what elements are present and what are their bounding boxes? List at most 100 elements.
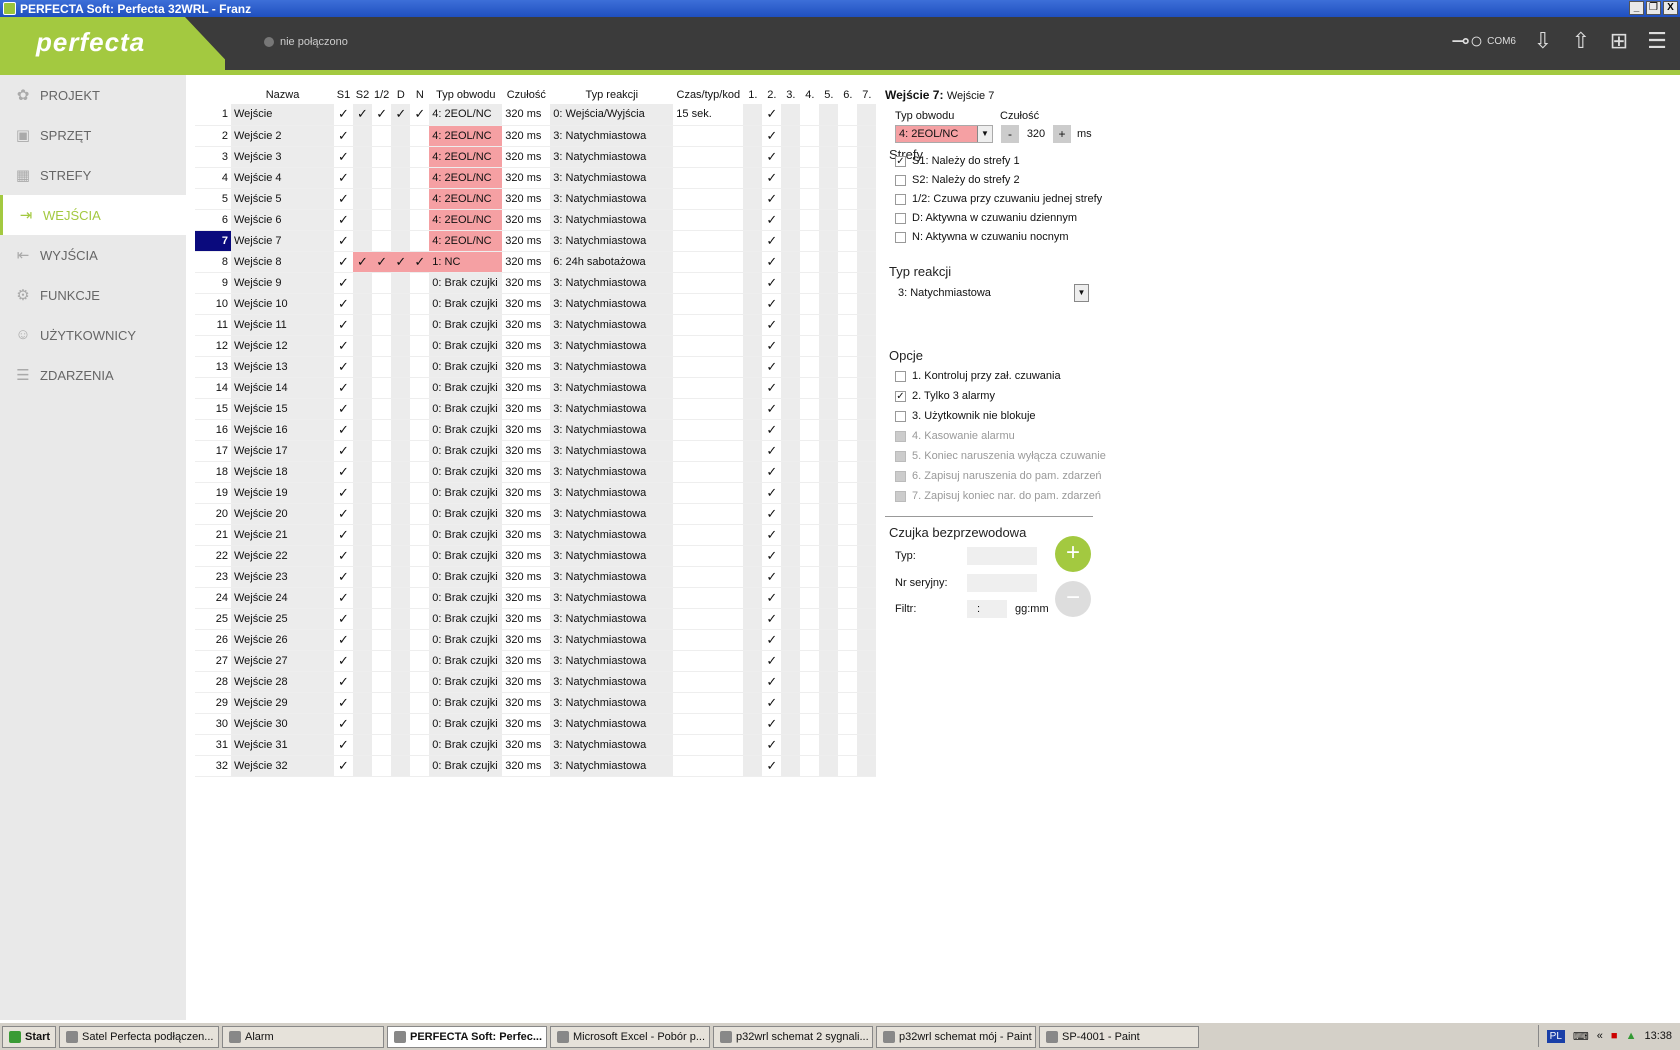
circuit-type-cell[interactable]: 0: Brak czujki [429,440,503,462]
circuit-type-cell[interactable]: 4: 2EOL/NC [429,230,503,252]
zone-check-cell[interactable] [410,566,430,588]
add-wireless-button[interactable]: + [1055,536,1091,572]
zone-check-cell[interactable] [410,314,430,336]
zone-check-cell[interactable]: ✓ [334,545,353,567]
row-number[interactable]: 17 [195,440,231,462]
option-cell-1[interactable] [743,272,763,294]
option-cell-2[interactable]: ✓ [762,335,782,357]
strefy-checkbox-2[interactable]: 1/2: Czuwa przy czuwaniu jednej strefy [895,193,1102,205]
zone-check-cell[interactable] [410,503,430,525]
zone-check-cell[interactable] [391,629,411,651]
zone-check-cell[interactable] [391,314,411,336]
option-cell-6[interactable] [838,335,858,357]
circuit-type-cell[interactable]: 0: Brak czujki [429,545,503,567]
option-cell-4[interactable] [800,566,820,588]
zone-check-cell[interactable] [372,377,392,399]
checkbox-box[interactable] [895,212,906,224]
zone-check-cell[interactable] [391,482,411,504]
strefy-checkbox-1[interactable]: S2: Należy do strefy 2 [895,174,1020,186]
row-number[interactable]: 19 [195,482,231,504]
zone-check-cell[interactable] [372,272,392,294]
option-cell-7[interactable] [857,188,877,210]
reaction-type-cell[interactable]: 3: Natychmiastowa [550,335,674,357]
input-name-cell[interactable]: Wejście 8 [231,251,334,273]
time-code-cell[interactable] [673,272,744,294]
option-cell-2[interactable]: ✓ [762,734,782,756]
row-number[interactable]: 2 [195,125,231,147]
row-number[interactable]: 23 [195,566,231,588]
time-code-cell[interactable] [673,524,744,546]
zone-check-cell[interactable] [372,293,392,315]
row-number[interactable]: 15 [195,398,231,420]
zone-check-cell[interactable] [391,587,411,609]
zone-check-cell[interactable] [391,146,411,168]
option-cell-4[interactable] [800,272,820,294]
option-cell-5[interactable] [819,671,839,693]
input-name-cell[interactable]: Wejście 19 [231,482,334,504]
option-cell-4[interactable] [800,356,820,378]
time-code-cell[interactable] [673,755,744,777]
zone-check-cell[interactable] [353,125,372,147]
option-cell-1[interactable] [743,440,763,462]
option-cell-5[interactable] [819,608,839,630]
circuit-type-cell[interactable]: 4: 2EOL/NC [429,146,503,168]
reaction-type-cell[interactable]: 3: Natychmiastowa [550,650,674,672]
zone-check-cell[interactable]: ✓ [334,734,353,756]
sensitivity-cell[interactable]: 320 ms [502,629,551,651]
time-code-cell[interactable] [673,230,744,252]
grid-icon[interactable]: ⊞ [1608,28,1630,54]
option-cell-4[interactable] [800,146,820,168]
taskbar-item[interactable]: SP-4001 - Paint [1039,1025,1199,1048]
option-cell-4[interactable] [800,650,820,672]
zone-check-cell[interactable]: ✓ [334,755,353,777]
table-row[interactable]: 4 Wejście 4 ✓ 4: 2EOL/NC 320 ms 3: Natychmias… [195,167,877,189]
zone-check-cell[interactable] [372,146,392,168]
zone-check-cell[interactable] [353,503,372,525]
circuit-type-cell[interactable]: 0: Brak czujki [429,755,503,777]
input-name-cell[interactable]: Wejście 11 [231,314,334,336]
czulosc-minus-button[interactable]: - [1001,125,1019,143]
tray-expand-icon[interactable]: « [1597,1030,1603,1042]
zone-check-cell[interactable]: ✓ [334,524,353,546]
option-cell-1[interactable] [743,419,763,441]
sensitivity-cell[interactable]: 320 ms [502,587,551,609]
table-row[interactable]: 2 Wejście 2 ✓ 4: 2EOL/NC 320 ms 3: Natychmias… [195,125,877,147]
zone-check-cell[interactable] [353,545,372,567]
option-cell-3[interactable] [781,650,801,672]
reaction-type-cell[interactable]: 3: Natychmiastowa [550,272,674,294]
zone-check-cell[interactable] [372,650,392,672]
table-row[interactable]: 30 Wejście 30 ✓ 0: Brak czujki 320 ms 3: Naty… [195,713,877,735]
option-cell-5[interactable] [819,692,839,714]
reaction-type-cell[interactable]: 3: Natychmiastowa [550,377,674,399]
option-cell-3[interactable] [781,671,801,693]
zone-check-cell[interactable] [410,146,430,168]
input-name-cell[interactable]: Wejście 14 [231,377,334,399]
option-cell-1[interactable] [743,104,763,126]
option-cell-4[interactable] [800,608,820,630]
input-name-cell[interactable]: Wejście 6 [231,209,334,231]
table-row[interactable]: 29 Wejście 29 ✓ 0: Brak czujki 320 ms 3: Naty… [195,692,877,714]
sensitivity-cell[interactable]: 320 ms [502,440,551,462]
col-header[interactable]: 2. [762,85,782,104]
upload-icon[interactable]: ⇧ [1570,28,1592,54]
option-cell-5[interactable] [819,566,839,588]
table-row[interactable]: 7 Wejście 7 ✓ 4: 2EOL/NC 320 ms 3: Natychmias… [195,230,877,252]
option-cell-3[interactable] [781,587,801,609]
option-cell-2[interactable]: ✓ [762,587,782,609]
option-cell-3[interactable] [781,167,801,189]
option-cell-4[interactable] [800,188,820,210]
minimize-button[interactable]: _ [1629,1,1644,15]
zone-check-cell[interactable] [410,209,430,231]
reaction-type-cell[interactable]: 3: Natychmiastowa [550,440,674,462]
option-cell-2[interactable]: ✓ [762,125,782,147]
option-cell-2[interactable]: ✓ [762,545,782,567]
option-cell-4[interactable] [800,629,820,651]
zone-check-cell[interactable] [353,440,372,462]
circuit-type-cell[interactable]: 0: Brak czujki [429,650,503,672]
zone-check-cell[interactable]: ✓ [410,251,430,273]
option-cell-7[interactable] [857,272,877,294]
option-cell-6[interactable] [838,608,858,630]
sensitivity-cell[interactable]: 320 ms [502,272,551,294]
sensitivity-cell[interactable]: 320 ms [502,713,551,735]
row-number[interactable]: 16 [195,419,231,441]
